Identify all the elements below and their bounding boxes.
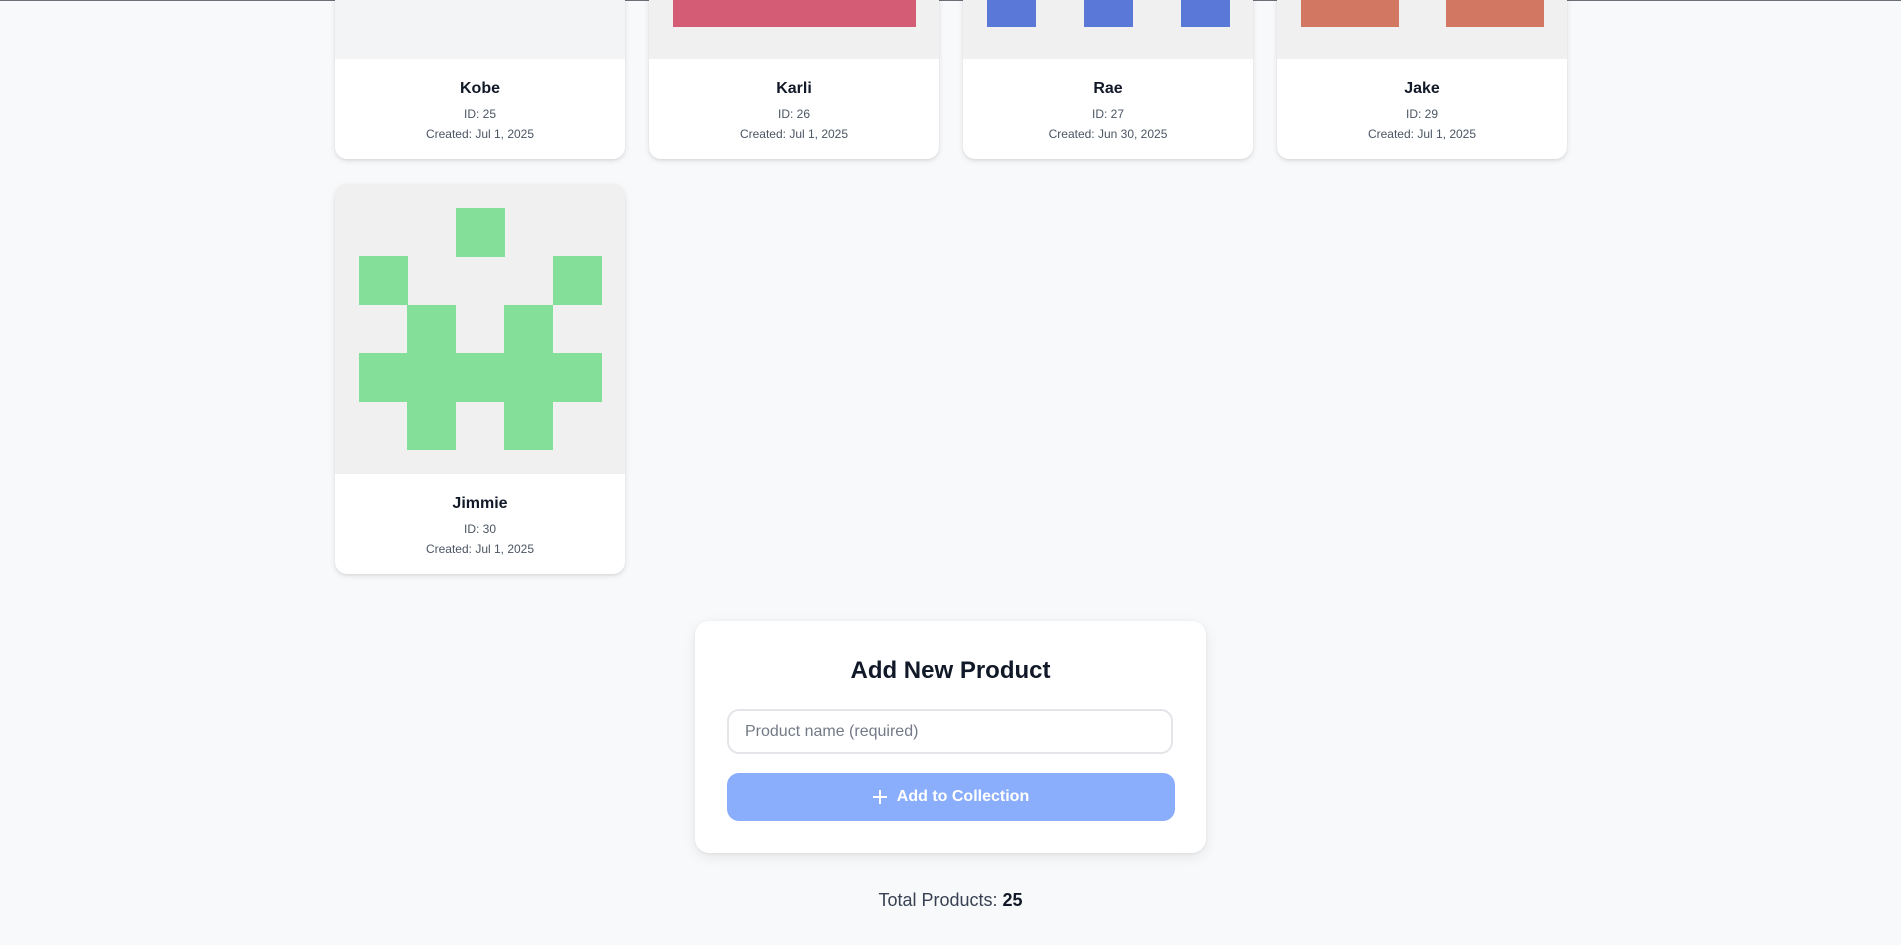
identicon-pixel — [504, 401, 553, 450]
add-to-collection-button[interactable]: Add to Collection — [727, 773, 1175, 821]
form-title: Add New Product — [850, 657, 1051, 684]
product-created-date: Created: Jul 1, 2025 — [739, 127, 849, 141]
product-identicon — [963, 0, 1253, 59]
product-created-date: Created: Jul 1, 2025 — [425, 542, 535, 556]
product-identicon — [649, 0, 939, 59]
product-id: ID: 25 — [463, 107, 496, 121]
total-products-summary: Total Products: 25 — [0, 888, 1901, 912]
product-identicon — [1277, 0, 1567, 59]
product-name: Karli — [776, 80, 812, 97]
product-created-date: Created: Jul 1, 2025 — [1367, 127, 1477, 141]
identicon-pixel — [504, 305, 553, 354]
product-id: ID: 26 — [777, 107, 810, 121]
identicon-pixel — [1181, 0, 1230, 27]
total-products-label: Total Products: — [878, 890, 998, 910]
product-name: Jake — [1404, 80, 1440, 97]
identicon-pixel — [407, 305, 456, 354]
identicon-pixel — [1084, 0, 1133, 27]
product-card[interactable]: Karli ID: 26 Created: Jul 1, 2025 — [649, 0, 939, 159]
identicon-pixel — [359, 256, 408, 305]
product-name: Jimmie — [452, 495, 508, 512]
product-card[interactable]: Kobe ID: 25 Created: Jul 1, 2025 — [335, 0, 625, 159]
identicon-pixel — [673, 0, 916, 27]
product-card[interactable]: Jake ID: 29 Created: Jul 1, 2025 — [1277, 0, 1567, 159]
identicon-pixel — [553, 256, 602, 305]
product-name: Kobe — [460, 80, 500, 97]
product-card[interactable]: Rae ID: 27 Created: Jun 30, 2025 — [963, 0, 1253, 159]
identicon-pixel — [407, 401, 456, 450]
product-name: Rae — [1093, 80, 1123, 97]
product-created-date: Created: Jun 30, 2025 — [1048, 127, 1168, 141]
product-id: ID: 29 — [1405, 107, 1438, 121]
identicon-pixel — [1446, 0, 1544, 27]
add-button-label: Add to Collection — [896, 788, 1030, 805]
product-created-date: Created: Jul 1, 2025 — [425, 127, 535, 141]
product-name-input[interactable] — [727, 709, 1173, 754]
total-products-count: 25 — [1002, 890, 1023, 910]
identicon-pixel — [456, 208, 505, 257]
plus-icon — [872, 790, 887, 804]
product-identicon — [335, 0, 625, 59]
product-card[interactable]: Jimmie ID: 30 Created: Jul 1, 2025 — [335, 184, 625, 574]
product-id: ID: 27 — [1091, 107, 1124, 121]
add-product-form: Add New Product Add to Collection — [695, 621, 1206, 853]
product-id: ID: 30 — [463, 522, 496, 536]
identicon-pixel — [359, 353, 602, 402]
identicon-pixel — [987, 0, 1036, 27]
product-identicon — [335, 184, 625, 474]
identicon-pixel — [1301, 0, 1399, 27]
